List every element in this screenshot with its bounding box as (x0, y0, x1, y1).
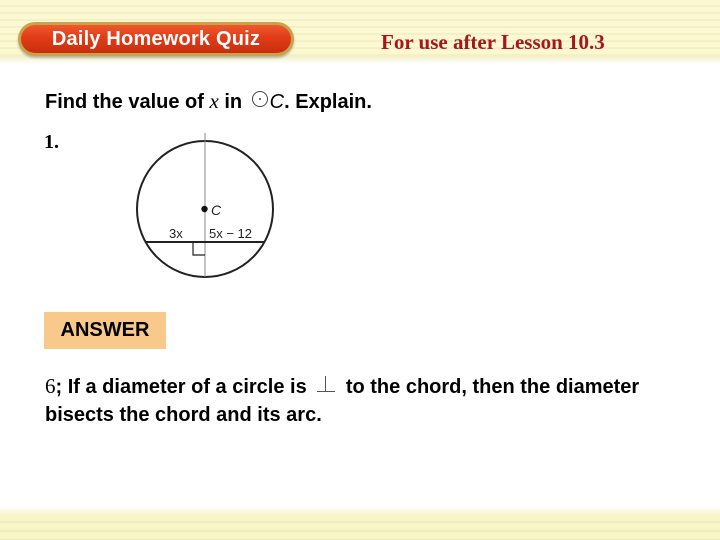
prompt-variable: x (209, 89, 219, 113)
quiz-title-badge: Daily Homework Quiz (18, 22, 294, 56)
quiz-title: Daily Homework Quiz (21, 25, 291, 53)
prompt-circle-name: C (269, 91, 285, 113)
problem-number: 1. (44, 131, 59, 153)
circle-figure: C 3x 5x − 12 (136, 133, 274, 278)
prompt-text-pre: Find the value of (45, 91, 210, 113)
circle-dot-icon (251, 90, 268, 107)
answer-value: 6 (45, 374, 56, 398)
center-point (201, 205, 208, 213)
answer-text-part1: ; If a diameter of a circle is (55, 376, 313, 398)
perpendicular-icon (316, 375, 336, 393)
answer-badge: ANSWER (44, 312, 166, 349)
answer-explanation: 6; If a diameter of a circle is to the c… (45, 372, 705, 429)
left-segment-label: 3x (169, 226, 183, 241)
footer-band (0, 514, 720, 540)
right-angle-mark (192, 242, 205, 256)
center-label: C (211, 202, 222, 218)
prompt-text-mid: in (218, 91, 248, 113)
lesson-label: For use after Lesson 10.3 (381, 30, 605, 54)
right-segment-label: 5x − 12 (209, 226, 252, 241)
prompt-text-post: . Explain. (284, 91, 372, 113)
header-fade (0, 56, 720, 64)
question-prompt: Find the value of x in C. Explain. (45, 89, 372, 114)
